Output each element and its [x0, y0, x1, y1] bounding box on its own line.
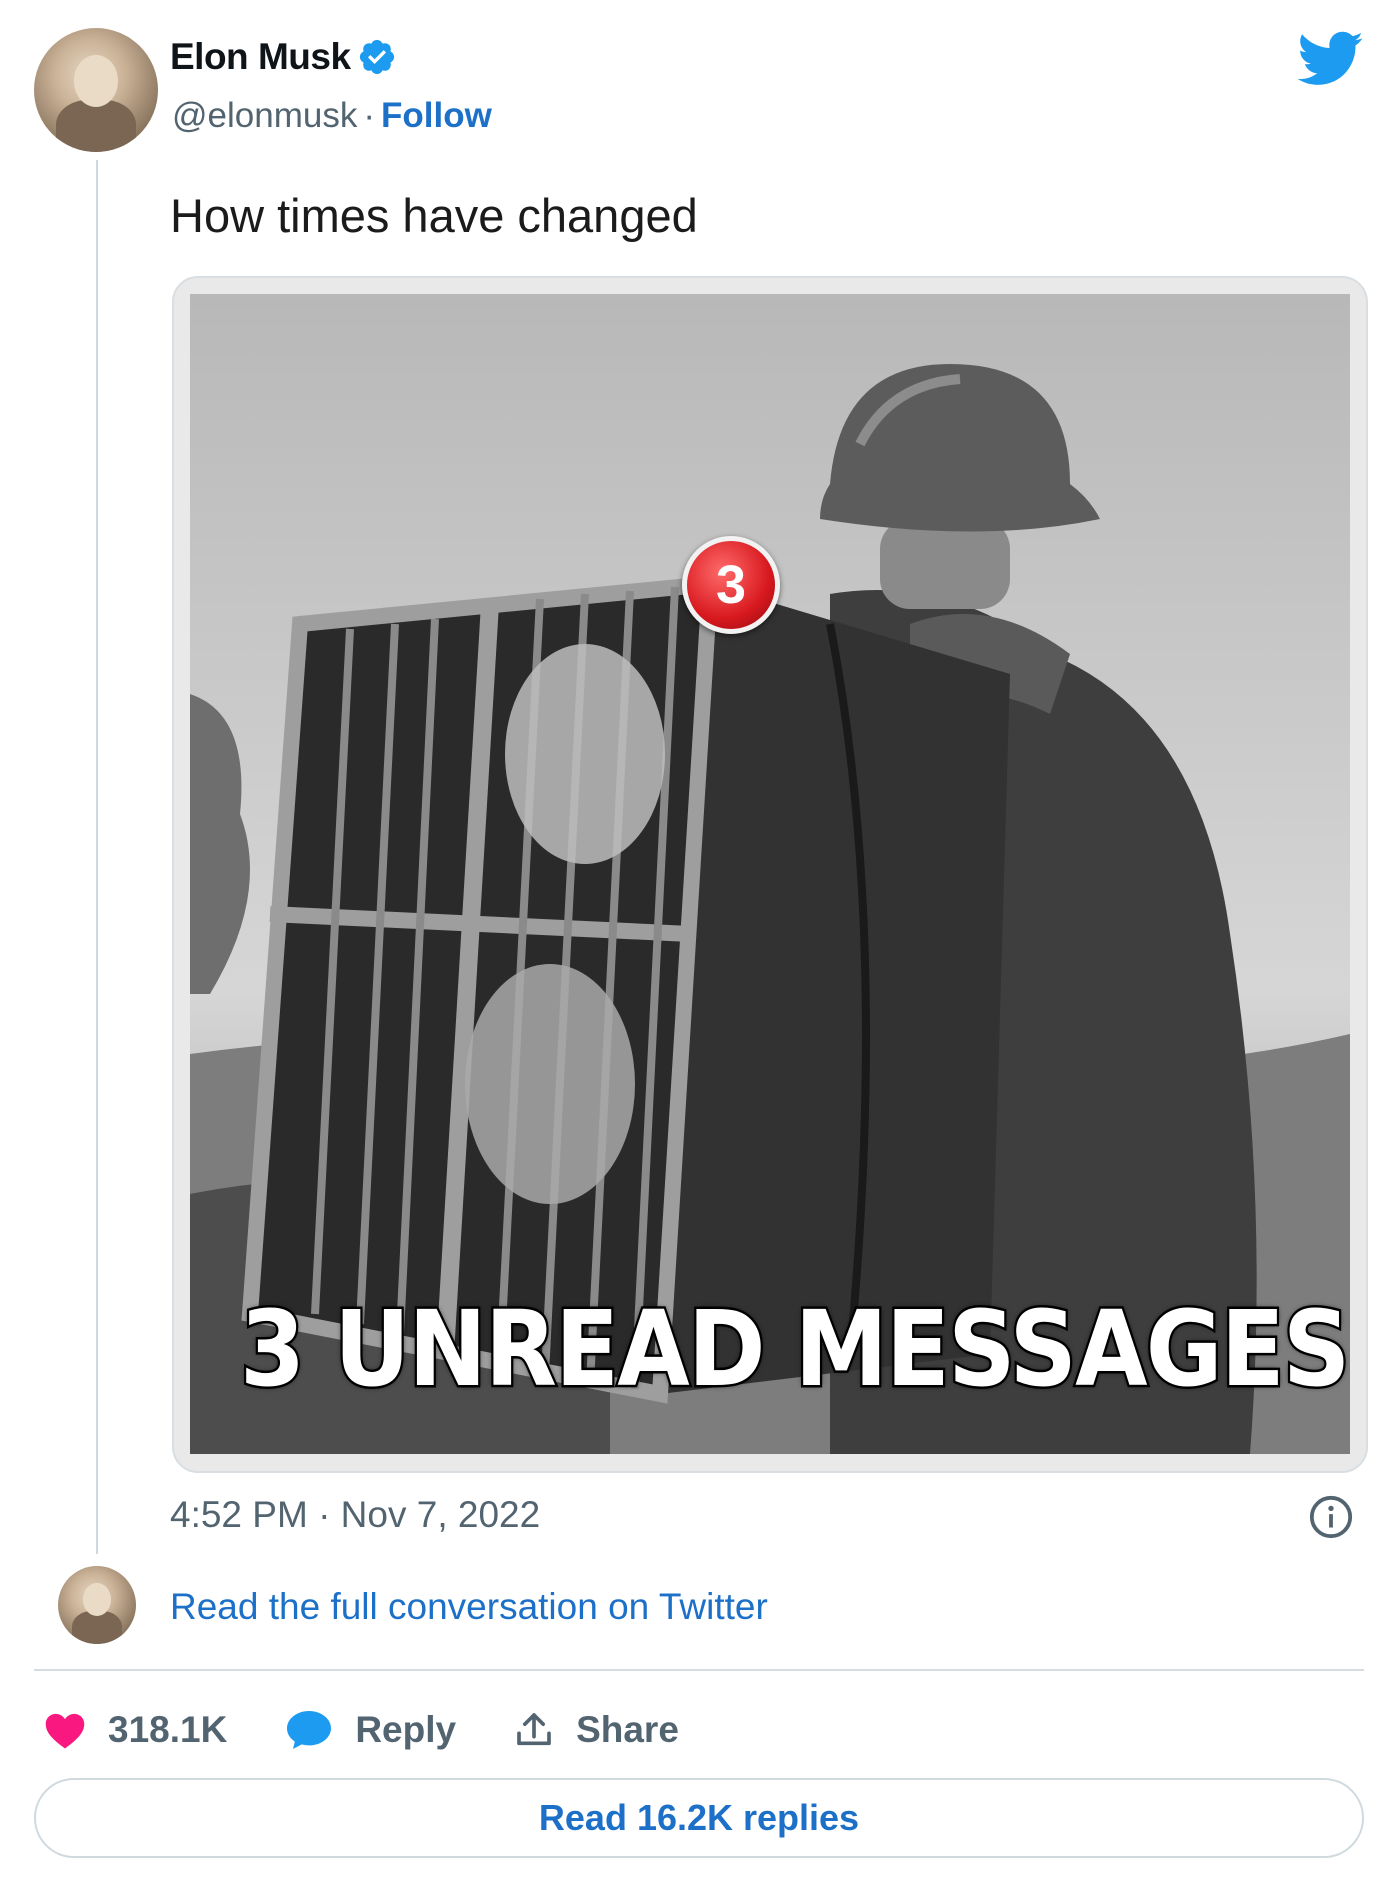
separator-dot: ·	[363, 96, 375, 135]
read-replies-button[interactable]: Read 16.2K replies	[34, 1778, 1364, 1858]
share-arrow-icon	[517, 1713, 551, 1746]
tweet-text: How times have changed	[170, 189, 698, 242]
twitter-bird-icon[interactable]	[1298, 30, 1364, 88]
author-display-name[interactable]: Elon Musk	[170, 36, 351, 78]
speech-bubble-icon	[287, 1711, 332, 1749]
share-label: Share	[576, 1709, 679, 1750]
tweet-timestamp[interactable]: 4:52 PM · Nov 7, 2022	[170, 1494, 540, 1536]
conversation-avatar	[58, 1566, 136, 1644]
tweet-media[interactable]: 3 3 UNREAD MESSAGES	[172, 276, 1368, 1473]
follow-button[interactable]: Follow	[381, 96, 492, 136]
verified-badge-icon	[359, 39, 394, 75]
share-button[interactable]: Share	[514, 1709, 679, 1751]
thread-line	[96, 160, 98, 1554]
like-button[interactable]: 318.1K	[44, 1709, 227, 1751]
read-conversation-link[interactable]: Read the full conversation on Twitter	[170, 1586, 768, 1628]
meme-photo	[190, 294, 1350, 1454]
tweet-actions: 318.1K Reply Share	[44, 1700, 737, 1760]
like-count: 318.1K	[108, 1709, 228, 1750]
author-handle-row: @elonmusk · Follow	[172, 96, 492, 136]
meme-caption: 3 UNREAD MESSAGES	[238, 1286, 1353, 1413]
heart-icon	[45, 1713, 85, 1749]
author-handle[interactable]: @elonmusk	[172, 96, 357, 136]
reply-button[interactable]: Reply	[285, 1709, 456, 1751]
info-icon[interactable]	[1308, 1494, 1354, 1540]
unread-count-badge: 3	[682, 536, 780, 634]
author-avatar[interactable]	[34, 28, 158, 152]
reply-label: Reply	[355, 1709, 457, 1750]
author-name-row: Elon Musk	[170, 36, 397, 78]
divider	[34, 1669, 1364, 1671]
